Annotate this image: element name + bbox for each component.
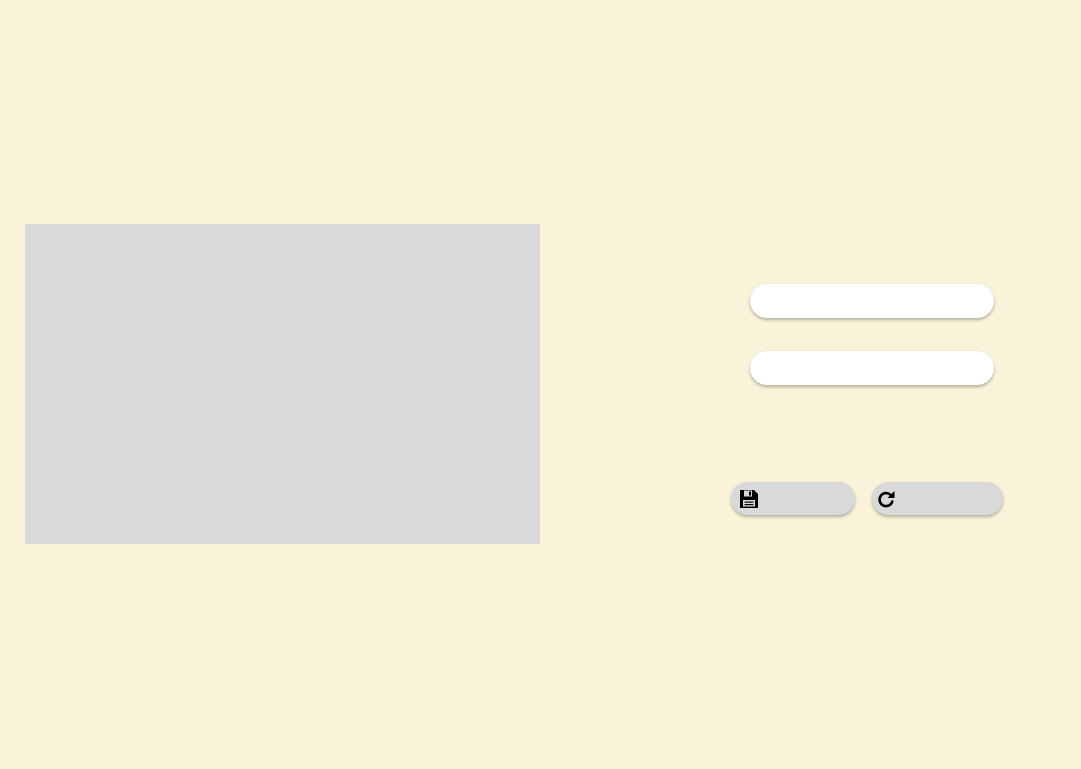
- floppy-disk-icon: [739, 489, 759, 509]
- text-field-2[interactable]: [750, 351, 994, 385]
- redo-arrow-icon: [876, 489, 896, 509]
- save-button[interactable]: [731, 482, 855, 515]
- text-field-1[interactable]: [750, 284, 994, 318]
- redo-button[interactable]: [872, 482, 1003, 515]
- preview-area: [25, 224, 540, 544]
